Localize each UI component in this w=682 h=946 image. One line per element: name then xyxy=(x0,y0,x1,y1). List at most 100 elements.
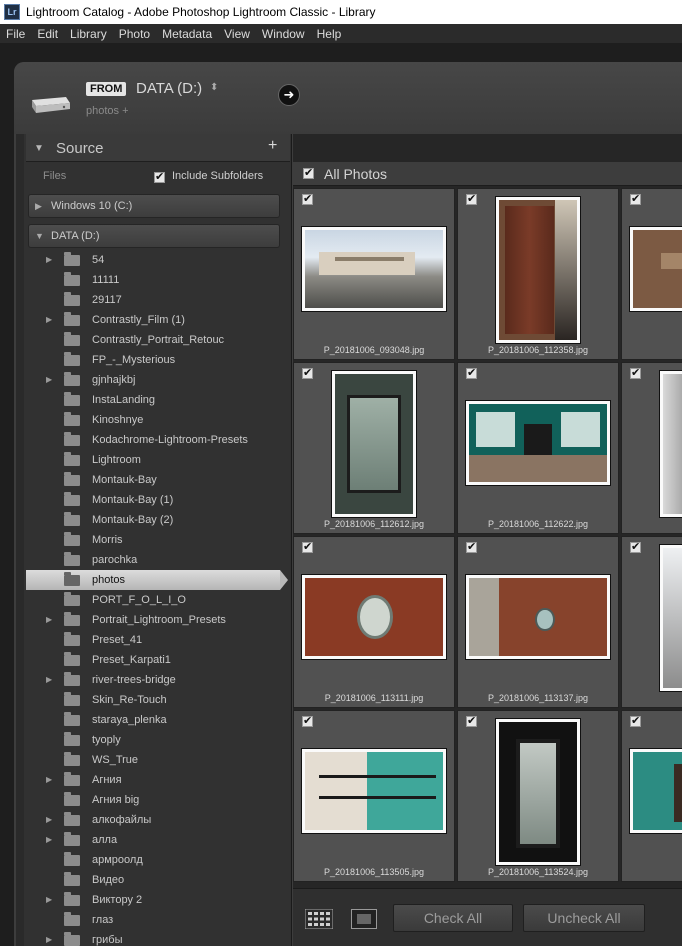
photo-checkbox[interactable] xyxy=(302,366,313,379)
grid-view-icon[interactable] xyxy=(305,909,333,929)
photo-cell[interactable]: P_20181006_113111.jpg xyxy=(293,536,455,708)
folder-row[interactable]: PORT_F_O_L_I_O xyxy=(26,590,280,610)
folder-row[interactable]: Агния big xyxy=(26,790,280,810)
all-photos-checkbox[interactable] xyxy=(303,166,314,179)
menu-help[interactable]: Help xyxy=(311,27,348,41)
menu-photo[interactable]: Photo xyxy=(113,27,156,41)
folder-row[interactable]: ▶ Виктору 2 xyxy=(26,890,280,910)
photo-checkbox[interactable] xyxy=(302,714,313,727)
check-all-button[interactable]: Check All xyxy=(393,904,513,932)
photo-cell[interactable]: P_2018 xyxy=(621,710,682,882)
folder-row[interactable]: глаз xyxy=(26,910,280,930)
volume-data-d[interactable]: ▼ DATA (D:) xyxy=(28,224,280,248)
photo-thumbnail[interactable] xyxy=(496,719,580,865)
expand-triangle-icon[interactable]: ▶ xyxy=(46,375,52,384)
folder-row[interactable]: ▶ Contrastly_Film (1) xyxy=(26,310,280,330)
folder-row[interactable]: ▶ алла xyxy=(26,830,280,850)
photo-cell[interactable]: P_2018 xyxy=(621,536,682,708)
photo-cell[interactable]: P_20181006_113505.jpg xyxy=(293,710,455,882)
arrow-right-icon[interactable]: ➜ xyxy=(278,84,300,106)
expand-triangle-icon[interactable]: ▶ xyxy=(46,835,52,844)
photo-thumbnail[interactable] xyxy=(302,227,446,311)
photo-thumbnail[interactable] xyxy=(660,371,682,517)
updown-arrow-icon[interactable]: ⬍ xyxy=(210,82,218,93)
folder-row[interactable]: photos xyxy=(26,570,288,590)
folder-row[interactable]: Preset_Karpati1 xyxy=(26,650,280,670)
photo-checkbox[interactable] xyxy=(630,366,641,379)
left-scrollbar[interactable] xyxy=(16,134,24,946)
folder-row[interactable]: parochka xyxy=(26,550,280,570)
expand-triangle-icon[interactable]: ▶ xyxy=(46,255,52,264)
menu-window[interactable]: Window xyxy=(256,27,311,41)
photo-thumbnail[interactable] xyxy=(630,227,682,311)
menu-metadata[interactable]: Metadata xyxy=(156,27,218,41)
folder-row[interactable]: InstaLanding xyxy=(26,390,280,410)
folder-row[interactable]: Lightroom xyxy=(26,450,280,470)
folder-row[interactable]: ▶ алкофайлы xyxy=(26,810,280,830)
source-panel-header[interactable]: ▼ Source + xyxy=(26,134,290,162)
expand-triangle-icon[interactable]: ▶ xyxy=(35,201,42,212)
expand-triangle-icon[interactable]: ▶ xyxy=(46,315,52,324)
photo-thumbnail[interactable] xyxy=(496,197,580,343)
photo-checkbox[interactable] xyxy=(630,540,641,553)
photo-thumbnail[interactable] xyxy=(466,401,610,485)
folder-row[interactable]: ▶ Агния xyxy=(26,770,280,790)
photo-checkbox[interactable] xyxy=(466,366,477,379)
folder-row[interactable]: ▶ gjnhajkbj xyxy=(26,370,280,390)
folder-row[interactable]: 11111 xyxy=(26,270,280,290)
loupe-view-icon[interactable] xyxy=(351,909,377,929)
photo-cell[interactable]: P_20181006_093048.jpg xyxy=(293,188,455,360)
folder-row[interactable]: Contrastly_Portrait_Retouc xyxy=(26,330,280,350)
include-subfolders-label[interactable]: Include Subfolders xyxy=(172,170,263,182)
photo-cell[interactable]: P_20181006_112358.jpg xyxy=(457,188,619,360)
photo-cell[interactable]: P_20181006_113524.jpg xyxy=(457,710,619,882)
folder-row[interactable]: Skin_Re-Touch xyxy=(26,690,280,710)
folder-row[interactable]: 29117 xyxy=(26,290,280,310)
photo-checkbox[interactable] xyxy=(630,714,641,727)
menu-library[interactable]: Library xyxy=(64,27,113,41)
source-drive-select[interactable]: DATA (D:) xyxy=(136,80,202,97)
photo-thumbnail[interactable] xyxy=(302,575,446,659)
uncheck-all-button[interactable]: Uncheck All xyxy=(523,904,645,932)
expand-triangle-icon[interactable]: ▶ xyxy=(46,895,52,904)
folder-row[interactable]: Montauk-Bay (1) xyxy=(26,490,280,510)
expand-triangle-icon[interactable]: ▶ xyxy=(46,615,52,624)
folder-row[interactable]: tyoply xyxy=(26,730,280,750)
volume-windows-c[interactable]: ▶ Windows 10 (C:) xyxy=(28,194,280,218)
photo-cell[interactable]: P_2018 xyxy=(621,188,682,360)
photo-thumbnail[interactable] xyxy=(630,749,682,833)
photo-checkbox[interactable] xyxy=(630,192,641,205)
photo-checkbox[interactable] xyxy=(466,714,477,727)
folder-row[interactable]: ▶ грибы xyxy=(26,930,280,946)
menu-view[interactable]: View xyxy=(218,27,256,41)
folder-row[interactable]: Montauk-Bay (2) xyxy=(26,510,280,530)
collapse-triangle-icon[interactable]: ▼ xyxy=(35,231,44,241)
photo-checkbox[interactable] xyxy=(302,540,313,553)
all-photos-label[interactable]: All Photos xyxy=(324,166,387,182)
photo-thumbnail[interactable] xyxy=(332,371,416,517)
folder-row[interactable]: Видео xyxy=(26,870,280,890)
photo-cell[interactable]: P_20181006_112622.jpg xyxy=(457,362,619,534)
folder-row[interactable]: Kinoshnye xyxy=(26,410,280,430)
photo-cell[interactable]: P_20181006_112612.jpg xyxy=(293,362,455,534)
folder-row[interactable]: Montauk-Bay xyxy=(26,470,280,490)
folder-row[interactable]: Preset_41 xyxy=(26,630,280,650)
folder-row[interactable]: WS_True xyxy=(26,750,280,770)
folder-row[interactable]: Morris xyxy=(26,530,280,550)
folder-row[interactable]: FP_-_Mysterious xyxy=(26,350,280,370)
folder-row[interactable]: армроолд xyxy=(26,850,280,870)
photo-thumbnail[interactable] xyxy=(466,575,610,659)
folder-row[interactable]: Kodachrome-Lightroom-Presets xyxy=(26,430,280,450)
photo-checkbox[interactable] xyxy=(302,192,313,205)
menu-file[interactable]: File xyxy=(0,27,31,41)
source-path[interactable]: photos + xyxy=(86,105,129,117)
photo-thumbnail[interactable] xyxy=(660,545,682,691)
photo-cell[interactable]: P_20181006_113137.jpg xyxy=(457,536,619,708)
plus-icon[interactable]: + xyxy=(268,137,277,155)
folder-row[interactable]: ▶ 54 xyxy=(26,250,280,270)
expand-triangle-icon[interactable]: ▶ xyxy=(46,935,52,944)
expand-triangle-icon[interactable]: ▶ xyxy=(46,775,52,784)
photo-checkbox[interactable] xyxy=(466,192,477,205)
include-subfolders-checkbox[interactable] xyxy=(154,170,165,183)
collapse-triangle-icon[interactable]: ▼ xyxy=(34,143,44,154)
